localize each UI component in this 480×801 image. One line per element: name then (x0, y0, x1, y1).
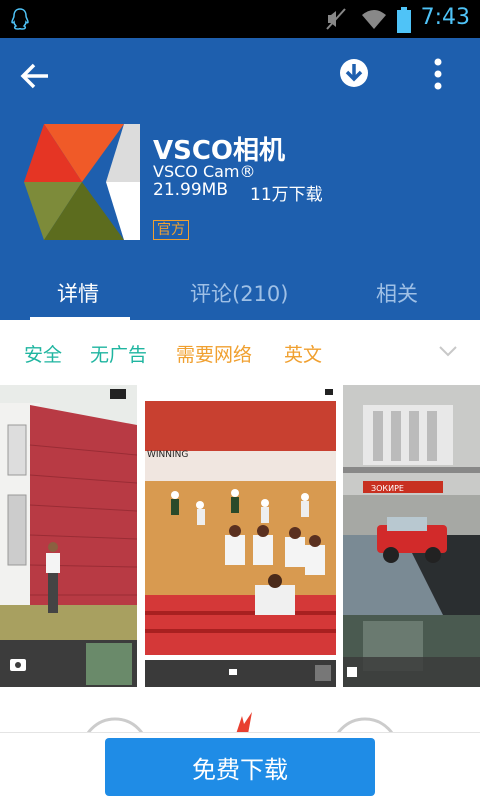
tag-needs-network: 需要网络 (176, 344, 253, 366)
download-icon[interactable] (337, 56, 371, 90)
app-size: 21.99MB (153, 180, 228, 200)
tag-english: 英文 (284, 344, 323, 366)
vsco-app-icon (24, 124, 140, 240)
app-subtitle: VSCO Cam® (153, 162, 256, 181)
free-download-button[interactable]: 免费下载 (105, 738, 375, 796)
basketball-court-photo: WINNING (145, 385, 336, 687)
tag-row: 安全 无广告 需要网络 英文 (0, 320, 480, 382)
mute-icon (326, 8, 346, 30)
tab-comments[interactable]: 评论(210) (190, 278, 288, 308)
screenshot-2[interactable]: WINNING (145, 385, 336, 687)
shop-sign-text: ЗОКИРЕ (371, 484, 404, 493)
tab-bar: 详情 评论(210) 相关 (0, 268, 480, 320)
peek-flame-icon (236, 712, 252, 734)
official-badge: 官方 (153, 220, 189, 240)
tag-no-ads: 无广告 (90, 344, 148, 366)
battery-icon (397, 7, 411, 33)
red-car-street-photo: ЗОКИРЕ (343, 385, 480, 687)
screenshot-3[interactable]: ЗОКИРЕ (343, 385, 480, 687)
tab-details[interactable]: 详情 (57, 278, 99, 308)
back-arrow-icon[interactable] (18, 58, 54, 94)
status-bar: 7:43 (0, 0, 480, 38)
red-house-photo (0, 385, 137, 687)
more-options-icon[interactable] (426, 56, 450, 92)
wifi-icon (362, 10, 386, 29)
screenshot-gallery[interactable]: WINNING ЗОКИРЕ (0, 382, 480, 687)
chevron-down-icon[interactable] (438, 344, 458, 358)
app-header: VSCO相机 VSCO Cam® 21.99MB 11万下载 官方 详情 评论(… (0, 38, 480, 320)
tag-safe: 安全 (24, 344, 63, 366)
bottom-action-bar: 免费下载 (0, 732, 480, 801)
download-count: 11万下载 (250, 185, 323, 205)
tab-related[interactable]: 相关 (376, 278, 418, 308)
clock: 7:43 (420, 5, 470, 30)
screenshot-1[interactable] (0, 385, 137, 687)
court-banner-text: WINNING (147, 450, 188, 460)
qq-notification-icon (11, 8, 29, 30)
